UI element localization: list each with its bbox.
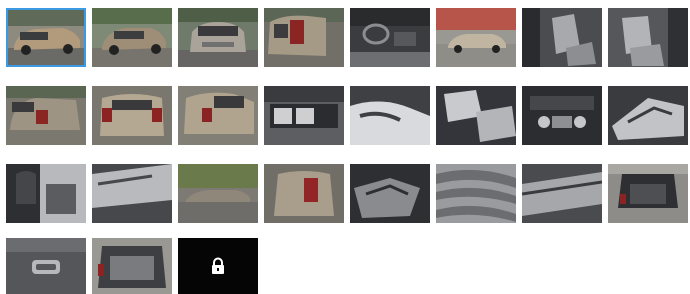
car-photo-interior (522, 8, 602, 67)
thumbnail-12[interactable] (264, 86, 344, 145)
thumbnail-9[interactable] (6, 86, 86, 145)
car-photo-exterior (178, 8, 258, 67)
car-photo-exterior (178, 86, 258, 145)
car-photo-exterior (6, 8, 86, 67)
car-photo-exterior (264, 164, 344, 223)
car-photo-interior (522, 86, 602, 145)
thumbnail-24[interactable] (608, 164, 688, 223)
thumbnail-17[interactable] (6, 164, 86, 223)
thumbnail-13[interactable] (350, 86, 430, 145)
thumbnail-15[interactable] (522, 86, 602, 145)
thumbnail-5[interactable] (350, 8, 430, 67)
thumbnail-3[interactable] (178, 8, 258, 67)
thumbnail-11[interactable] (178, 86, 258, 145)
car-photo-interior (350, 8, 430, 67)
car-photo-interior (350, 86, 430, 145)
tire-photo (436, 164, 516, 223)
trunk-cargo-photo (92, 238, 172, 294)
thumbnail-18[interactable] (92, 164, 172, 223)
car-photo-exterior (6, 86, 86, 145)
thumbnail-locked[interactable] (178, 238, 258, 294)
lock-icon (212, 257, 224, 274)
thumbnail-10[interactable] (92, 86, 172, 145)
thumbnail-16[interactable] (608, 86, 688, 145)
car-photo-interior (264, 86, 344, 145)
thumbnail-21[interactable] (350, 164, 430, 223)
car-photo-exterior (178, 164, 258, 223)
car-photo-exterior (264, 8, 344, 67)
thumbnail-19[interactable] (178, 164, 258, 223)
car-photo-exterior (92, 86, 172, 145)
thumbnail-2[interactable] (92, 8, 172, 67)
car-photo-interior (436, 86, 516, 145)
thumbnail-22[interactable] (436, 164, 516, 223)
thumbnail-25[interactable] (6, 238, 86, 294)
car-photo-interior (350, 164, 430, 223)
cargo-photo (522, 164, 602, 223)
thumbnail-23[interactable] (522, 164, 602, 223)
car-photo-interior (608, 86, 688, 145)
thumbnail-4[interactable] (264, 8, 344, 67)
thumbnail-1-selected[interactable] (6, 8, 86, 67)
car-photo-interior (608, 8, 688, 67)
thumbnail-8[interactable] (608, 8, 688, 67)
thumbnail-26[interactable] (92, 238, 172, 294)
thumbnail-6[interactable] (436, 8, 516, 67)
trunk-photo (608, 164, 688, 223)
car-photo-interior (6, 164, 86, 223)
trunk-panel-photo (6, 238, 86, 294)
car-photo-interior (92, 164, 172, 223)
thumbnail-7[interactable] (522, 8, 602, 67)
thumbnail-20[interactable] (264, 164, 344, 223)
thumbnail-14[interactable] (436, 86, 516, 145)
car-photo-exterior (436, 8, 516, 67)
car-photo-exterior (92, 8, 172, 67)
photo-gallery (0, 0, 690, 294)
